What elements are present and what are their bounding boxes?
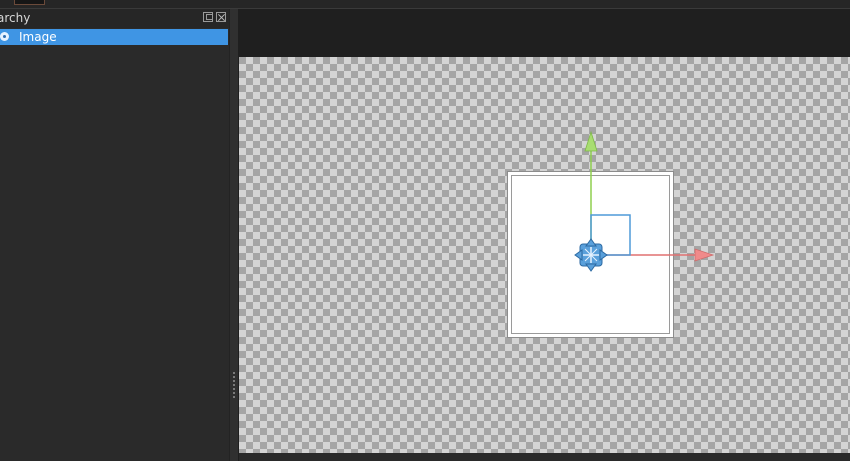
close-panel-icon[interactable] xyxy=(216,12,226,22)
x-axis-arrow-icon[interactable] xyxy=(694,248,715,262)
hierarchy-item-image[interactable]: Image xyxy=(0,29,228,45)
hierarchy-item-label: Image xyxy=(19,30,57,44)
move-arrows-icon[interactable] xyxy=(574,238,608,272)
transform-gizmo[interactable] xyxy=(239,57,850,453)
scene-canvas[interactable] xyxy=(239,57,850,453)
splitter-grip-icon[interactable] xyxy=(233,372,235,400)
hierarchy-title: archy xyxy=(0,11,31,25)
scene-bottom-bar xyxy=(239,453,850,461)
top-tab-strip xyxy=(0,0,850,9)
float-panel-icon[interactable] xyxy=(203,12,213,22)
visibility-eye-icon[interactable] xyxy=(0,32,9,41)
document-tab[interactable] xyxy=(14,0,45,5)
hierarchy-panel: archy Image xyxy=(0,9,229,461)
scene-toolbar xyxy=(238,9,850,56)
scene-view xyxy=(238,9,850,461)
y-axis-arrow-icon[interactable] xyxy=(584,130,598,152)
hierarchy-header: archy xyxy=(0,9,229,28)
